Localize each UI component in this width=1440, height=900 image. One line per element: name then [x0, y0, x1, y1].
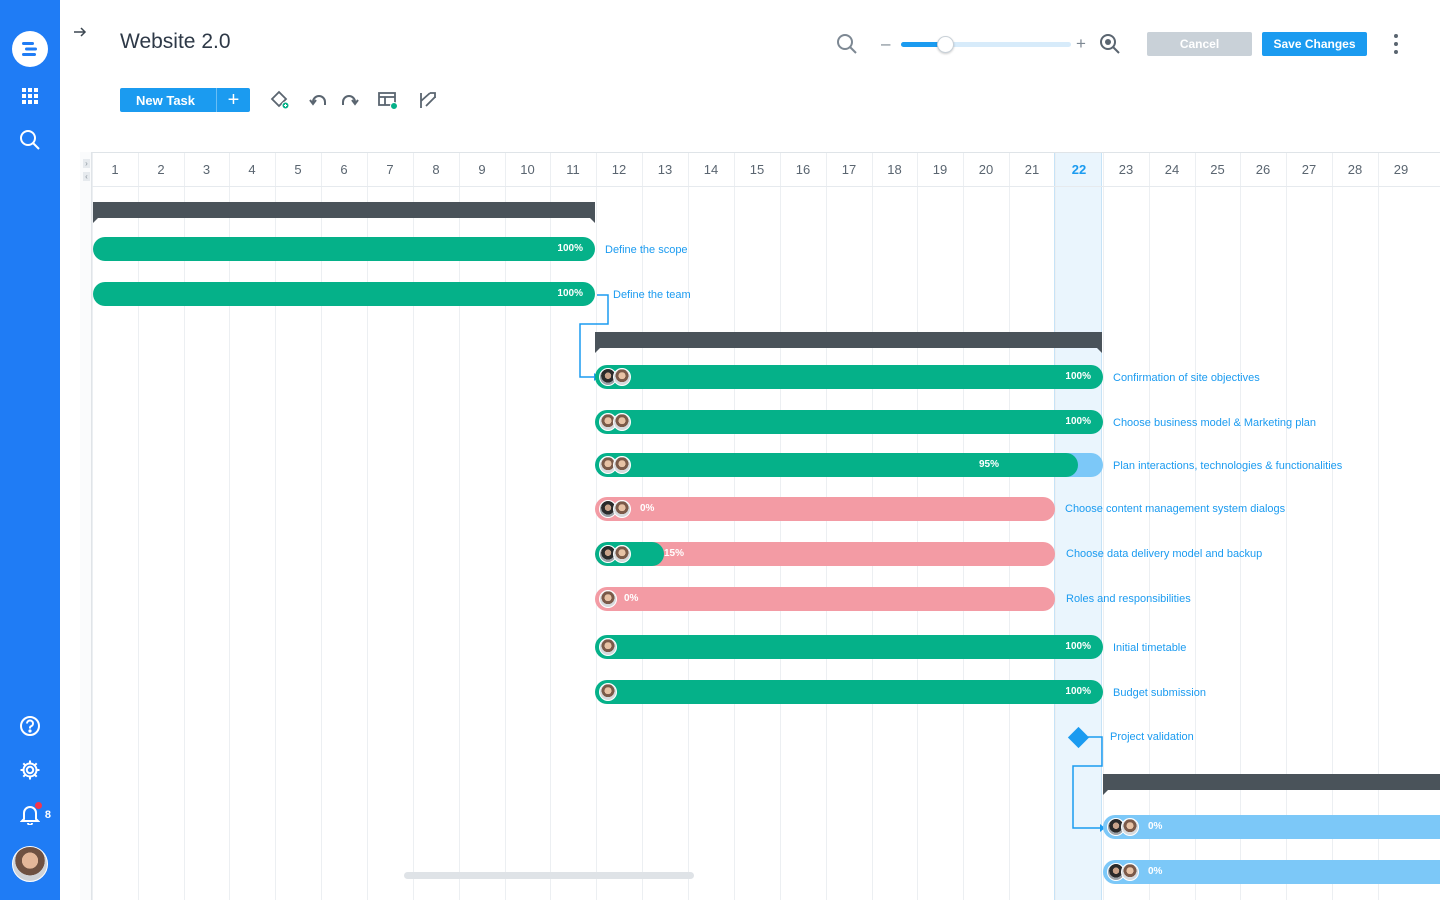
assignees [599, 456, 631, 474]
redo-icon[interactable] [337, 88, 361, 112]
task-bar-roles[interactable]: 0% [595, 587, 1055, 611]
summary-bar[interactable] [93, 202, 595, 223]
task-label[interactable]: Choose data delivery model and backup [1066, 548, 1262, 560]
task-progress-label: 100% [1065, 641, 1091, 652]
avatar [613, 368, 631, 386]
page-title: Website 2.0 [120, 30, 231, 53]
task-progress-label: 100% [1065, 371, 1091, 382]
task-label[interactable]: Roles and responsibilities [1066, 593, 1191, 605]
assignees [1107, 818, 1139, 836]
task-progress-label: 95% [979, 459, 1000, 470]
zoom-out-button[interactable]: – [881, 34, 890, 54]
task-progress-label: 100% [1065, 416, 1091, 427]
add-column-icon[interactable] [376, 88, 400, 112]
zoom-slider[interactable] [901, 36, 1071, 53]
task-progress-fill [595, 453, 1078, 477]
new-task-label: New Task [136, 92, 196, 108]
task-label[interactable]: Define the team [613, 289, 691, 301]
arrow-right-icon[interactable] [72, 24, 88, 40]
gantt-chart: 1 2 3 4 5 6 7 8 9 10 11 12 13 14 15 16 17 18 19 20 21 22 23 24 2… [80, 152, 1440, 900]
logo-icon[interactable] [12, 31, 48, 67]
task-progress-label: 0% [624, 593, 639, 604]
task-bar-define-team[interactable]: 100% [93, 282, 595, 306]
notifications-bell[interactable]: 8 [15, 799, 51, 829]
task-progress-label: 0% [1148, 821, 1163, 832]
task-progress-label: 100% [1065, 686, 1091, 697]
assignees [599, 683, 617, 701]
paint-bucket-icon[interactable] [268, 88, 292, 112]
user-avatar[interactable] [12, 846, 48, 882]
assignees [599, 638, 617, 656]
avatar [613, 456, 631, 474]
notification-dot [35, 802, 42, 809]
task-progress-label: 100% [557, 288, 583, 299]
task-bar-business-model[interactable]: 100% [595, 410, 1103, 434]
task-label[interactable]: Define the scope [605, 244, 688, 256]
add-icon[interactable]: + [216, 88, 250, 112]
task-bar-next-2[interactable]: 0% [1103, 860, 1440, 884]
avatar [599, 683, 617, 701]
task-bar-site-objectives[interactable]: 100% [595, 365, 1103, 389]
avatar [613, 545, 631, 563]
avatar [613, 500, 631, 518]
task-label[interactable]: Choose content management system dialogs [1065, 503, 1285, 515]
assignees [599, 590, 617, 608]
summary-bar[interactable] [1103, 774, 1440, 795]
task-label[interactable]: Plan interactions, technologies & functi… [1113, 460, 1342, 472]
apps-grid-icon[interactable] [15, 81, 45, 111]
undo-icon[interactable] [307, 88, 331, 112]
summary-bar[interactable] [595, 332, 1102, 353]
task-bar-define-scope[interactable]: 100% [93, 237, 595, 261]
task-progress-label: 0% [1148, 866, 1163, 877]
dependency-link [1072, 736, 1103, 829]
task-bar-cms-dialogs[interactable]: 0% [595, 497, 1055, 521]
task-bar-data-delivery[interactable]: 15% [595, 542, 1055, 566]
zoom-fit-icon[interactable] [1099, 33, 1121, 60]
task-bar-timetable[interactable]: 100% [595, 635, 1103, 659]
assignees [599, 368, 631, 386]
save-changes-button[interactable]: Save Changes [1262, 32, 1367, 56]
avatar [613, 413, 631, 431]
help-icon[interactable] [15, 711, 45, 741]
avatar [1121, 863, 1139, 881]
task-progress-label: 100% [557, 243, 583, 254]
notification-count: 8 [44, 809, 51, 821]
cancel-button[interactable]: Cancel [1147, 32, 1252, 56]
horizontal-scrollbar[interactable] [404, 872, 694, 879]
task-label[interactable]: Initial timetable [1113, 642, 1186, 654]
avatar [599, 638, 617, 656]
settings-gear-icon[interactable] [15, 755, 45, 785]
new-task-button[interactable]: New Task + [120, 88, 250, 112]
more-vertical-icon[interactable] [1388, 33, 1404, 55]
search-icon[interactable] [15, 125, 45, 155]
task-bar-budget[interactable]: 100% [595, 680, 1103, 704]
search-icon[interactable] [836, 33, 858, 60]
task-bar-next-1[interactable]: 0% [1103, 815, 1440, 839]
app-sidebar: 8 [0, 0, 60, 900]
assignees [599, 413, 631, 431]
zoom-in-button[interactable]: + [1076, 34, 1086, 54]
avatar [599, 590, 617, 608]
assignees [599, 545, 631, 563]
avatar [1121, 818, 1139, 836]
task-bar-plan-interactions[interactable]: 95% [595, 453, 1103, 477]
assignees [1107, 863, 1139, 881]
task-label[interactable]: Confirmation of site objectives [1113, 372, 1260, 384]
critical-path-icon[interactable] [416, 88, 440, 112]
zoom-slider-thumb[interactable] [937, 36, 954, 53]
task-label[interactable]: Budget submission [1113, 687, 1206, 699]
task-label[interactable]: Choose business model & Marketing plan [1113, 417, 1316, 429]
task-progress-label: 0% [640, 503, 655, 514]
task-progress-label: 15% [664, 548, 685, 559]
milestone-label[interactable]: Project validation [1110, 731, 1194, 743]
assignees [599, 500, 631, 518]
